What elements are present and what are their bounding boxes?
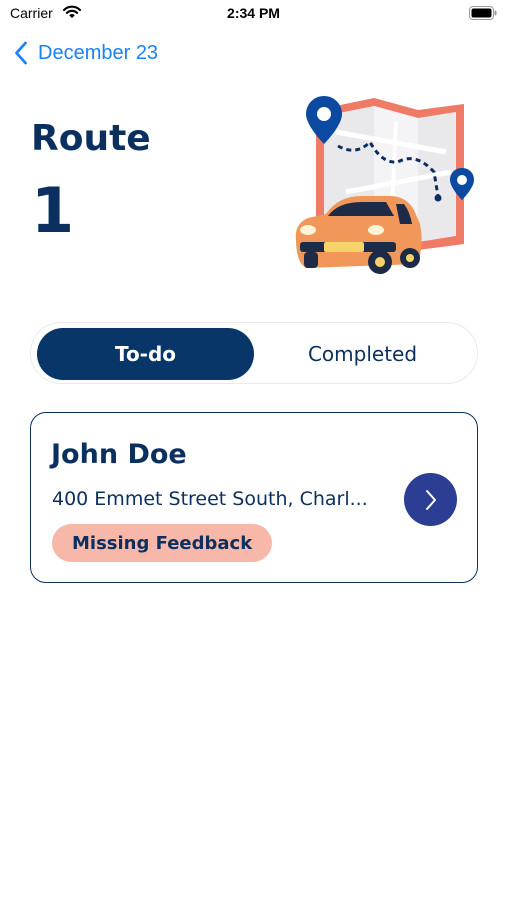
stop-name: John Doe xyxy=(51,439,187,470)
back-button[interactable]: December 23 xyxy=(14,38,158,68)
status-bar: Carrier 2:34 PM xyxy=(0,0,507,28)
page-title: Route xyxy=(31,118,151,159)
back-button-label: December 23 xyxy=(38,41,159,64)
route-number: 1 xyxy=(31,174,75,247)
tab-completed[interactable]: Completed xyxy=(254,328,471,380)
chevron-right-icon xyxy=(425,489,436,510)
open-stop-button[interactable] xyxy=(404,473,457,526)
stop-card[interactable]: John Doe 400 Emmet Street South, Charl..… xyxy=(30,412,478,583)
chevron-left-icon xyxy=(15,41,27,65)
status-time: 2:34 PM xyxy=(227,5,280,21)
tab-todo[interactable]: To-do xyxy=(37,328,254,380)
status-badge: Missing Feedback xyxy=(52,524,273,562)
map-car-illustration xyxy=(295,96,474,274)
stop-address: 400 Emmet Street South, Charl... xyxy=(52,488,368,510)
car-illustration xyxy=(295,196,422,274)
battery-icon xyxy=(469,6,497,20)
segmented-control: To-do Completed xyxy=(30,322,478,384)
